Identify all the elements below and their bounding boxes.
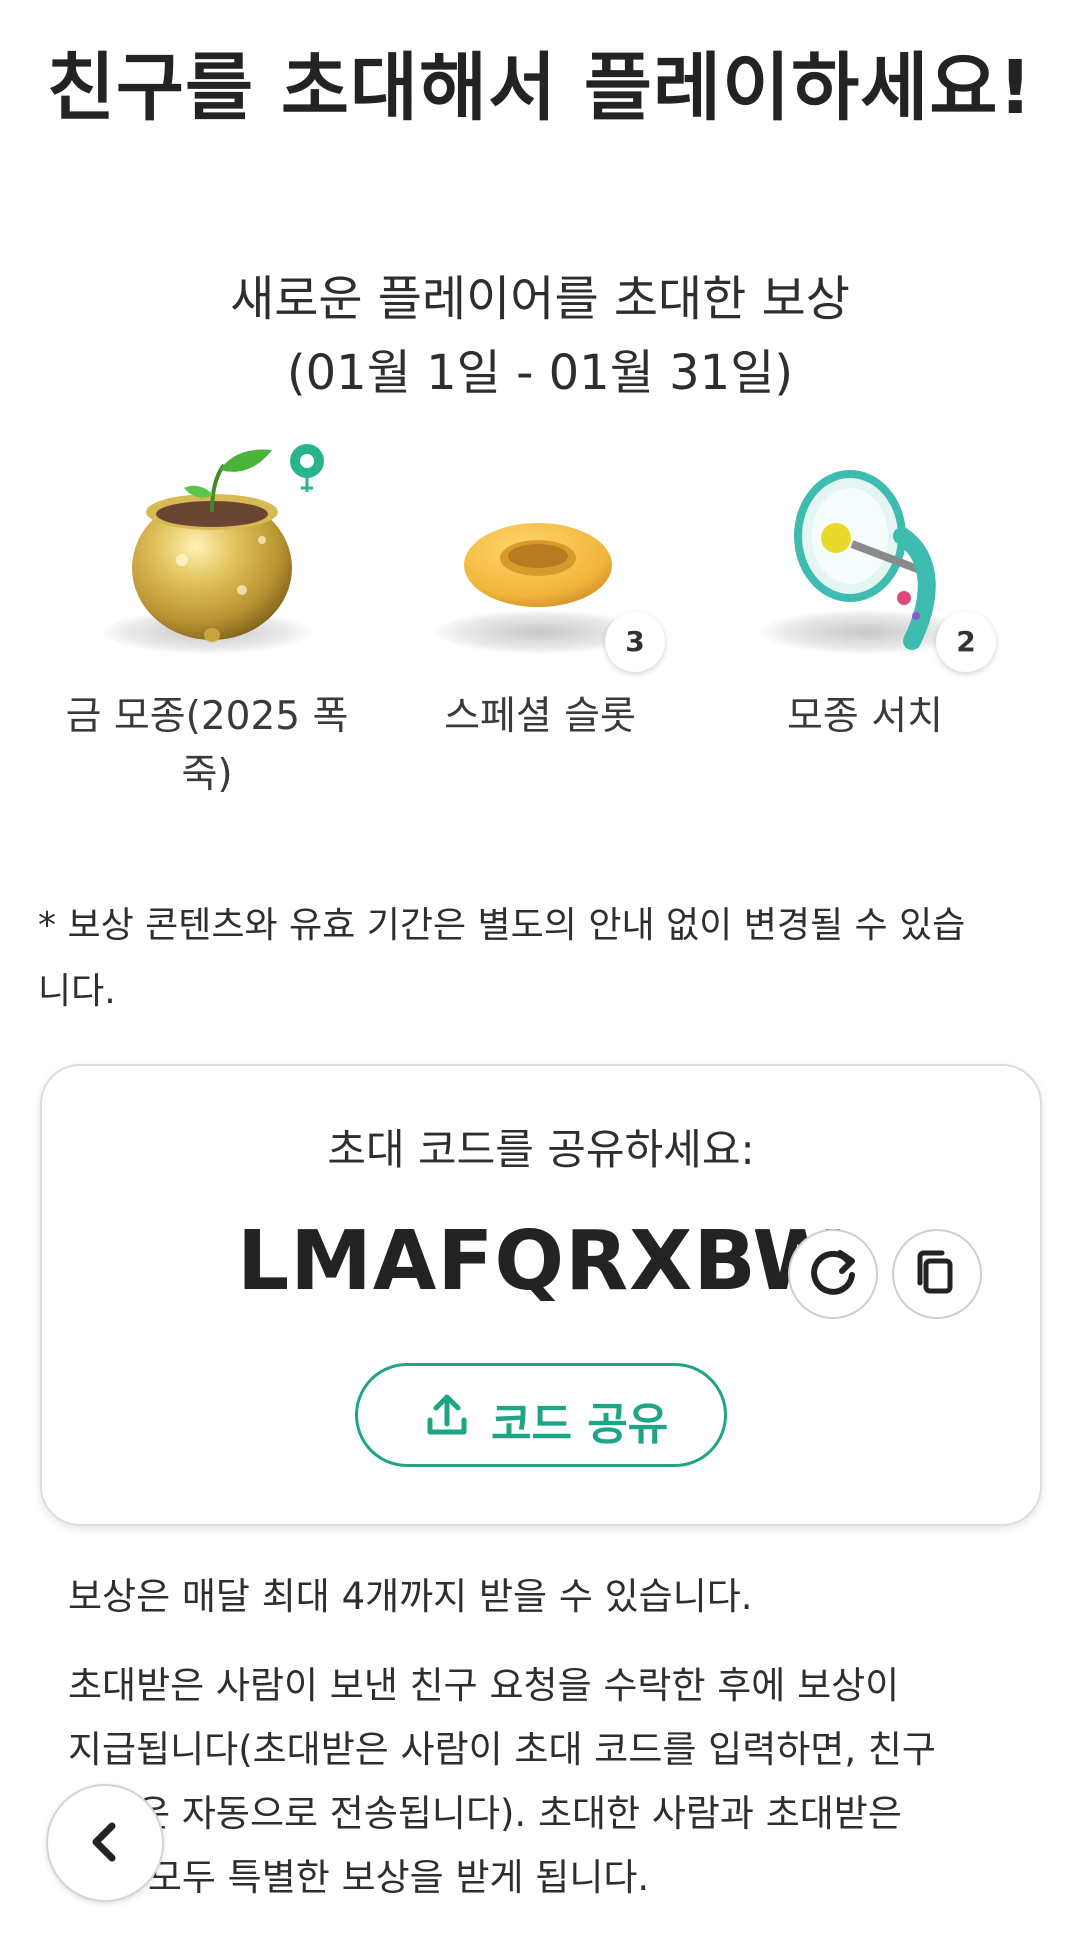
reward-label-text: 금 모종(2025 폭죽) (65, 694, 349, 797)
reward-count-badge: 3 (605, 612, 665, 672)
seedling-search-icon (794, 470, 936, 650)
refresh-icon (811, 1250, 855, 1295)
golden-seedling-pot-icon (132, 444, 324, 642)
share-code-label: 초대 코드를 공유하세요: (327, 1125, 755, 1174)
reward-item-special-slot: 3 스페셜 슬롯 (375, 440, 705, 800)
share-code-button-label: 코드 공유 (491, 1399, 669, 1450)
info-line-3: 요청은 자동으로 전송됩니다). 초대한 사람과 초대받은 (68, 1792, 902, 1835)
refresh-code-button[interactable] (788, 1229, 878, 1319)
invite-code-card: 초대 코드를 공유하세요: LMAFQRXBW 코드 공유 (40, 1064, 1042, 1526)
reward-label: 금 모종(2025 폭죽) (42, 688, 372, 804)
info-line-1: 초대받은 사람이 보낸 친구 요청을 수락한 후에 보상이 (68, 1664, 900, 1707)
reward-notice: * 보상 콘텐츠와 유효 기간은 별도의 안내 없이 변경될 수 있습니다. (38, 905, 966, 1012)
reward-count-badge: 2 (936, 612, 996, 672)
special-slot-icon (464, 523, 612, 607)
reward-heading-title: 새로운 플레이어를 초대한 보상 (230, 271, 850, 327)
reward-period: (01월 1일 - 01월 31일) (286, 345, 794, 401)
reward-label-text: 모종 서치 (787, 694, 943, 739)
reward-label: 스페셜 슬롯 (375, 688, 705, 746)
info-line-2: 지급됩니다(초대받은 사람이 초대 코드를 입력하면, 친구 (68, 1728, 936, 1771)
reward-item-golden-seedling: 금 모종(2025 폭죽) (42, 440, 372, 800)
share-code-button[interactable]: 코드 공유 (355, 1363, 727, 1467)
share-upload-icon (427, 1394, 467, 1435)
reward-label: 모종 서치 (700, 688, 1030, 746)
chevron-left-icon (92, 1822, 116, 1862)
invite-code: LMAFQRXBW (237, 1214, 844, 1309)
back-button[interactable] (46, 1784, 164, 1902)
reward-label-text: 스페셜 슬롯 (444, 694, 636, 739)
reward-item-seedling-search: 2 모종 서치 (700, 440, 1030, 800)
monthly-limit-text: 보상은 매달 최대 4개까지 받을 수 있습니다. (68, 1575, 753, 1618)
copy-icon (917, 1250, 953, 1294)
reward-heading: 새로운 플레이어를 초대한 보상 (01월 1일 - 01월 31일) (0, 262, 1080, 410)
page-title: 친구를 초대해서 플레이하세요! (46, 45, 1034, 131)
info-line-4: 사람 모두 특별한 보상을 받게 됩니다. (68, 1856, 650, 1899)
copy-code-button[interactable] (892, 1229, 982, 1319)
